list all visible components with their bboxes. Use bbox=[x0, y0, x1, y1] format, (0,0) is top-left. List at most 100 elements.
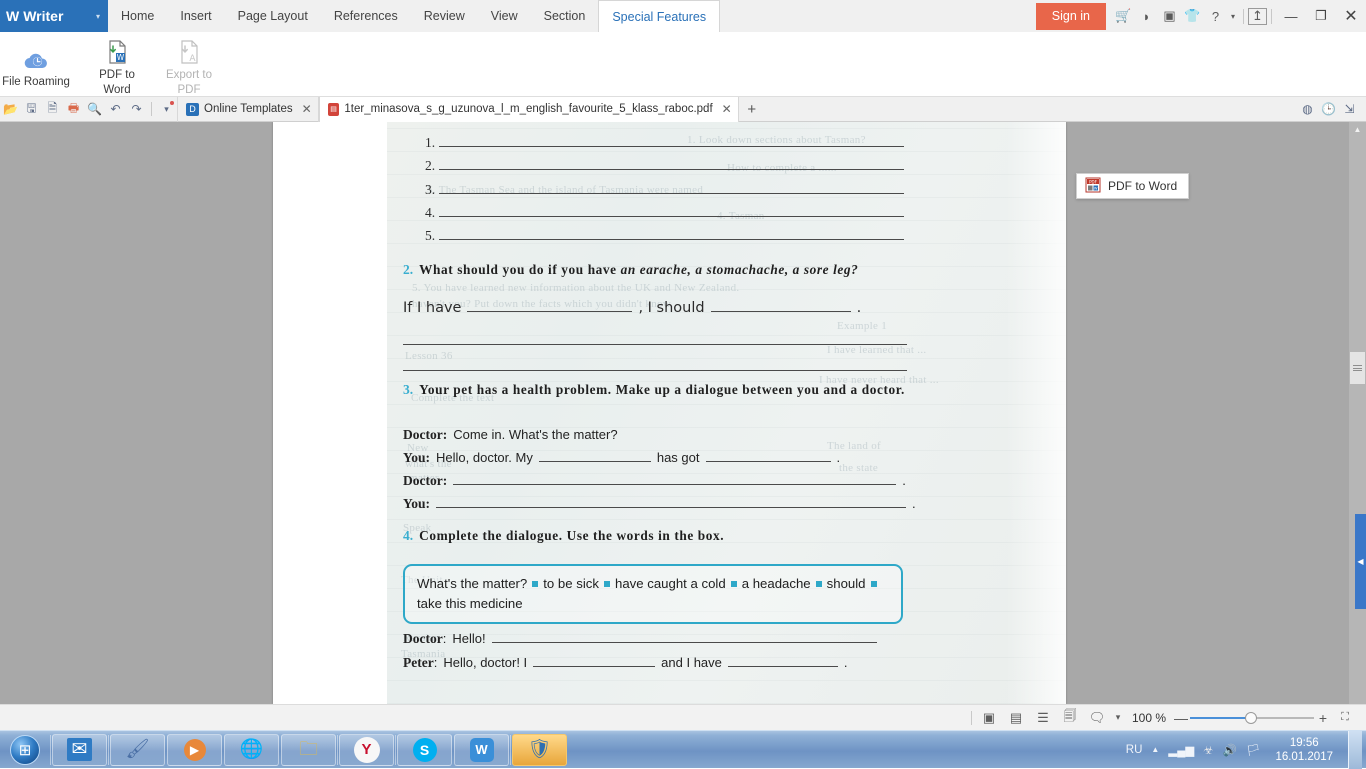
undo-icon[interactable]: ↶ bbox=[105, 97, 126, 122]
zoom-out-button[interactable]: — bbox=[1173, 710, 1189, 726]
dialogue-blank-2[interactable] bbox=[728, 666, 838, 667]
print-icon[interactable]: 🖶 bbox=[63, 97, 84, 122]
taskbar-explorer[interactable]: 🗀 bbox=[281, 734, 336, 766]
dialogue-blank[interactable] bbox=[453, 484, 896, 485]
exercise-3-line-2[interactable]: You: Hello, doctor. My has got . bbox=[403, 450, 840, 466]
compare-icon[interactable]: ◍ bbox=[1297, 97, 1318, 122]
menu-item-special-features[interactable]: Special Features bbox=[598, 0, 720, 32]
new-tab-button[interactable]: + bbox=[739, 101, 765, 118]
taskbar-skype[interactable]: S bbox=[397, 734, 452, 766]
fullscreen-icon[interactable]: ⛶ bbox=[1332, 705, 1358, 731]
taskbar-mail[interactable]: ✉ bbox=[52, 734, 107, 766]
taskbar-browser[interactable]: 🌐 bbox=[224, 734, 279, 766]
document-viewport[interactable]: 1. Look down sections about Tasman?How t… bbox=[0, 122, 1366, 704]
upload-icon[interactable]: ↥ bbox=[1248, 8, 1267, 25]
word-box-item-1[interactable]: to be sick bbox=[543, 576, 599, 591]
reading-layout-icon[interactable]: ▤ bbox=[1003, 705, 1029, 731]
scroll-up-arrow-icon[interactable]: ▲ bbox=[1349, 122, 1366, 137]
tab-document[interactable]: ▤ 1ter_minasova_s_g_uzunova_l_m_english_… bbox=[319, 97, 739, 122]
dialogue-blank-2[interactable] bbox=[706, 461, 831, 462]
tab-online-templates[interactable]: D Online Templates ✕ bbox=[177, 97, 319, 122]
answer-blank-1[interactable] bbox=[467, 311, 632, 312]
apps-icon[interactable]: ▣ bbox=[1158, 0, 1181, 32]
exercise-4-line-1[interactable]: Doctor: Hello! bbox=[403, 631, 877, 647]
scroll-thumb[interactable] bbox=[1350, 352, 1365, 384]
menu-item-home[interactable]: Home bbox=[108, 0, 167, 32]
restore-button[interactable]: ❐ bbox=[1306, 0, 1336, 32]
skin-icon[interactable]: 👕 bbox=[1181, 0, 1204, 32]
volume-icon[interactable]: 🔊 bbox=[1223, 743, 1237, 757]
vertical-scrollbar[interactable]: ▲ ◀ bbox=[1349, 122, 1366, 704]
cart-icon[interactable]: 🛒 bbox=[1112, 0, 1135, 32]
menu-item-insert[interactable]: Insert bbox=[167, 0, 224, 32]
action-center-icon[interactable]: 🏳 bbox=[1246, 743, 1261, 757]
menu-item-section[interactable]: Section bbox=[531, 0, 599, 32]
exercise-3-line-4[interactable]: You: . bbox=[403, 496, 916, 512]
menu-item-page-layout[interactable]: Page Layout bbox=[225, 0, 321, 32]
night-mode-icon[interactable]: 🗨 bbox=[1084, 705, 1110, 731]
antivirus-alert-icon[interactable]: ☣ bbox=[1203, 743, 1213, 757]
answer-blank-2[interactable] bbox=[711, 311, 851, 312]
pdf-to-word-button[interactable]: W PDF to Word bbox=[81, 32, 153, 97]
redo-icon[interactable]: ↷ bbox=[126, 97, 147, 122]
caret-down-icon[interactable]: ▾ bbox=[1111, 705, 1125, 731]
blank-rule bbox=[439, 216, 904, 217]
menu-item-view[interactable]: View bbox=[478, 0, 531, 32]
word-box-item-4[interactable]: should bbox=[827, 576, 866, 591]
save-icon[interactable]: 🖫 bbox=[21, 97, 42, 122]
dialogue-blank-1[interactable] bbox=[533, 666, 655, 667]
web-layout-icon[interactable]: ☰ bbox=[1030, 705, 1056, 731]
start-button[interactable]: ⊞ bbox=[0, 732, 50, 768]
taskbar-paint[interactable]: 🖌 bbox=[110, 734, 165, 766]
taskbar-yandex[interactable]: Y bbox=[339, 734, 394, 766]
open-folder-icon[interactable]: 📂 bbox=[0, 97, 21, 122]
history-icon[interactable]: 🕒 bbox=[1318, 97, 1339, 122]
language-indicator[interactable]: RU bbox=[1126, 744, 1143, 756]
show-desktop-button[interactable] bbox=[1348, 731, 1362, 769]
taskbar-writer[interactable]: W bbox=[454, 734, 509, 766]
taskbar-security[interactable]: 🛡 bbox=[512, 734, 567, 766]
tray-expand-arrow-icon[interactable]: ▲ bbox=[1151, 745, 1159, 754]
sign-in-button[interactable]: Sign in bbox=[1036, 3, 1106, 30]
tab-close-icon[interactable]: ✕ bbox=[302, 102, 312, 116]
dialogue-blank[interactable] bbox=[492, 642, 877, 643]
export-to-pdf-label-line1: Export to bbox=[166, 69, 212, 81]
free-blank-line-2[interactable] bbox=[403, 370, 907, 371]
exercise-3-line-3[interactable]: Doctor: . bbox=[403, 473, 906, 489]
zoom-slider-knob[interactable] bbox=[1245, 712, 1257, 724]
help-icon[interactable]: ? bbox=[1204, 0, 1227, 32]
clock[interactable]: 19:56 16.01.2017 bbox=[1269, 736, 1339, 764]
tab-close-icon[interactable]: ✕ bbox=[722, 102, 732, 116]
word-box-item-2[interactable]: have caught a cold bbox=[615, 576, 726, 591]
free-blank-line-1[interactable] bbox=[403, 344, 907, 345]
file-roaming-button[interactable]: File Roaming bbox=[0, 32, 72, 97]
minimize-button[interactable]: — bbox=[1276, 0, 1306, 32]
app-brand[interactable]: W Writer bbox=[0, 0, 88, 32]
exercise-2-answer-line[interactable]: If I have , I should . bbox=[403, 300, 861, 316]
save-as-pdf-icon[interactable]: 🗎 bbox=[42, 97, 63, 122]
help-caret-down-icon[interactable]: ▾ bbox=[1227, 0, 1239, 32]
blank-line-1-number: 1. bbox=[425, 135, 435, 151]
dialogue-blank[interactable] bbox=[436, 507, 906, 508]
export-to-pdf-button[interactable]: A Export to PDF bbox=[153, 32, 225, 97]
share-icon[interactable]: ⇲ bbox=[1339, 97, 1360, 122]
close-button[interactable]: ✕ bbox=[1336, 0, 1366, 32]
side-panel-toggle[interactable]: ◀ bbox=[1355, 514, 1366, 609]
word-box-item-3[interactable]: a headache bbox=[742, 576, 811, 591]
zoom-in-button[interactable]: + bbox=[1315, 710, 1331, 726]
menu-item-review[interactable]: Review bbox=[411, 0, 478, 32]
menu-item-references[interactable]: References bbox=[321, 0, 411, 32]
brand-caret-icon[interactable]: ▾ bbox=[88, 0, 108, 32]
select-tool-icon[interactable]: ▣ bbox=[976, 705, 1002, 731]
exercise-4-line-2[interactable]: Peter: Hello, doctor! I and I have . bbox=[403, 655, 848, 671]
network-icon[interactable]: ▂▄▆ bbox=[1168, 743, 1194, 757]
print-layout-icon[interactable]: 🗐 bbox=[1057, 705, 1083, 731]
word-box-item-0[interactable]: What's the matter? bbox=[417, 576, 527, 591]
dialogue-blank-1[interactable] bbox=[539, 461, 651, 462]
zoom-slider[interactable] bbox=[1190, 711, 1314, 725]
print-preview-icon[interactable]: 🔍 bbox=[84, 97, 105, 122]
taskbar-media-player[interactable]: ▶ bbox=[167, 734, 222, 766]
customize-caret-icon[interactable]: ▾ bbox=[156, 97, 177, 122]
drop-icon[interactable]: ◗ bbox=[1135, 0, 1158, 32]
word-box-item-5[interactable]: take this medicine bbox=[417, 596, 523, 611]
